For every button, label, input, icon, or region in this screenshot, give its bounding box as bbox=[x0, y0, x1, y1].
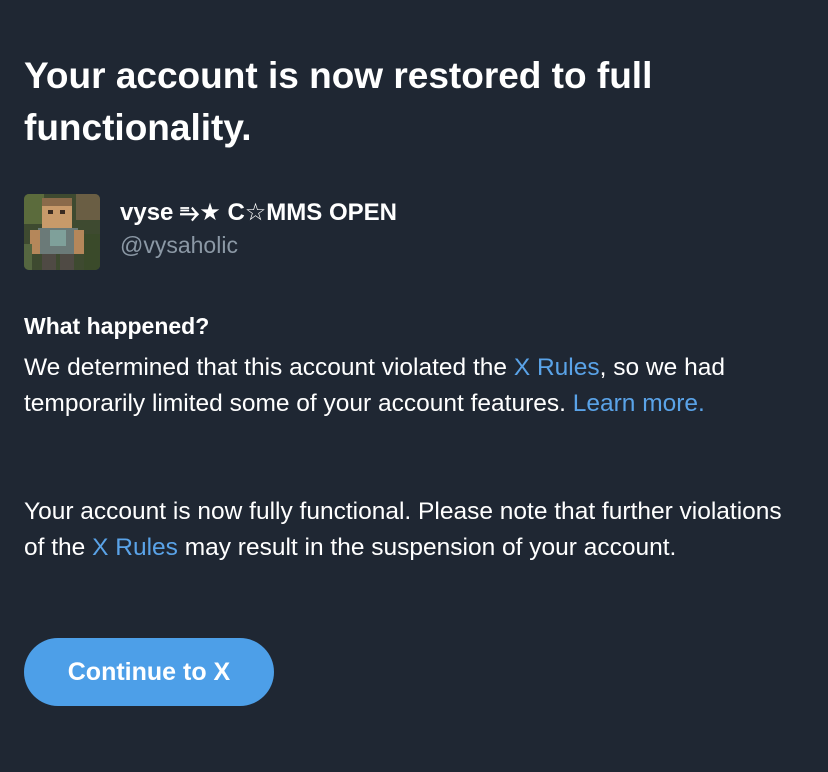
account-status-text: Your account is now fully functional. Pl… bbox=[24, 494, 804, 566]
display-name: vyse ⥱★ C☆MMS OPEN bbox=[120, 199, 397, 226]
account-card: vyse ⥱★ C☆MMS OPEN @vysaholic bbox=[24, 194, 724, 270]
what-happened-heading: What happened? bbox=[24, 313, 210, 339]
learn-more-link[interactable]: Learn more. bbox=[573, 390, 705, 417]
account-status-text-end: may result in the suspension of your acc… bbox=[177, 534, 677, 561]
avatar bbox=[24, 194, 100, 270]
x-rules-link-2[interactable]: X Rules bbox=[92, 534, 178, 561]
page-title-line-2: functionality. bbox=[24, 107, 252, 148]
continue-button[interactable]: Continue to X bbox=[24, 638, 274, 706]
x-rules-link[interactable]: X Rules bbox=[514, 354, 600, 381]
what-happened-text: We determined that this account violated… bbox=[24, 350, 804, 422]
what-happened-text-start: We determined that this account violated… bbox=[24, 354, 514, 381]
minecraft-skin-avatar-icon bbox=[24, 194, 100, 270]
page-title-line-1: Your account is now restored to full bbox=[24, 55, 653, 96]
page-title: Your account is now restored to full fun… bbox=[24, 50, 804, 154]
account-handle: @vysaholic bbox=[120, 232, 238, 258]
